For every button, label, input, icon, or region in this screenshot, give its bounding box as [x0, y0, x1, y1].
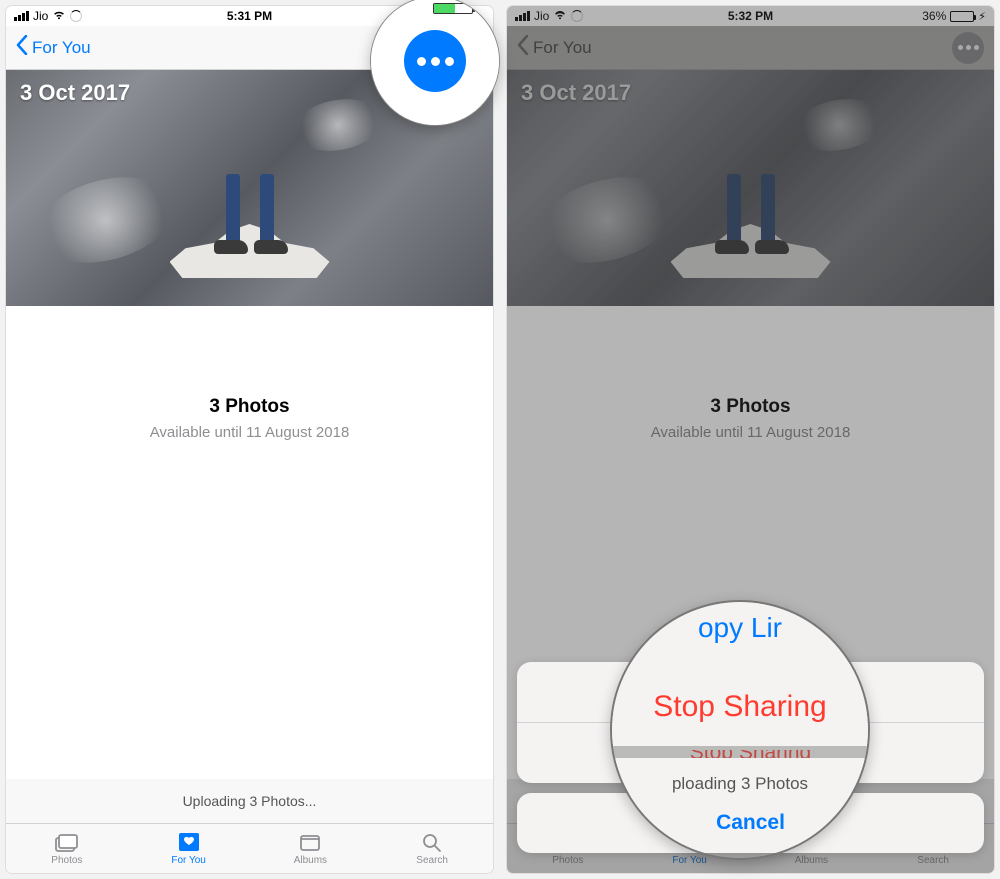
loading-spinner-icon [571, 10, 583, 22]
signal-icon [515, 11, 530, 21]
more-options-icon [404, 30, 466, 92]
tab-search[interactable]: Search [371, 824, 493, 873]
memory-date: 3 Oct 2017 [20, 80, 130, 106]
carrier-label: Jio [33, 9, 48, 23]
back-button[interactable]: For You [16, 35, 91, 60]
callout-magnifier-more-button [370, 0, 500, 126]
battery-icon [950, 11, 974, 22]
copy-link-magnified: opy Lir [612, 602, 868, 667]
for-you-icon [176, 831, 202, 853]
content-area: 3 Photos Available until 11 August 2018 [6, 306, 493, 461]
tab-for-you[interactable]: For You [128, 824, 250, 873]
photos-stack-icon [54, 831, 80, 853]
availability-subtitle: Available until 11 August 2018 [26, 424, 473, 441]
screenshot-left: Jio 5:31 PM For You [6, 6, 493, 873]
memory-hero-photo: 3 Oct 2017 [507, 70, 994, 306]
status-time: 5:32 PM [728, 9, 773, 23]
status-time: 5:31 PM [227, 9, 272, 23]
signal-icon [14, 11, 29, 21]
back-button: For You [517, 35, 592, 60]
chevron-left-icon [16, 35, 28, 60]
loading-spinner-icon [70, 10, 82, 22]
photo-count-title: 3 Photos [527, 396, 974, 418]
upload-status-bar: Uploading 3 Photos... [6, 779, 493, 823]
status-bar: Jio 5:32 PM 36% ⚡︎ [507, 6, 994, 26]
more-options-button [952, 32, 984, 64]
carrier-label: Jio [534, 9, 549, 23]
battery-icon [433, 3, 473, 14]
back-label: For You [32, 38, 91, 58]
tab-albums[interactable]: Albums [250, 824, 372, 873]
nav-bar: For You [507, 26, 994, 70]
chevron-left-icon [517, 35, 529, 60]
availability-subtitle: Available until 11 August 2018 [527, 424, 974, 441]
tab-photos[interactable]: Photos [6, 824, 128, 873]
tab-label: Search [416, 855, 448, 866]
tab-label: Albums [294, 855, 327, 866]
upload-status-magnified: ploading 3 Photos [612, 758, 868, 810]
tab-label: For You [171, 855, 205, 866]
callout-magnifier-stop-sharing: opy Lir Stop Sharing ploading 3 Photos [610, 600, 870, 860]
tab-bar: Photos For You Albums Search [6, 823, 493, 873]
content-area: 3 Photos Available until 11 August 2018 [507, 306, 994, 461]
stop-sharing-magnified: Stop Sharing [612, 664, 868, 750]
wifi-icon [52, 9, 66, 23]
search-icon [419, 831, 445, 853]
back-label: For You [533, 38, 592, 58]
battery-percentage: 36% [922, 9, 946, 23]
wifi-icon [553, 9, 567, 23]
photo-count-title: 3 Photos [26, 396, 473, 418]
memory-date: 3 Oct 2017 [521, 80, 631, 106]
upload-status-text: Uploading 3 Photos... [183, 793, 317, 809]
tab-label: Photos [51, 855, 82, 866]
albums-icon [297, 831, 323, 853]
charging-bolt-icon: ⚡︎ [978, 10, 986, 23]
